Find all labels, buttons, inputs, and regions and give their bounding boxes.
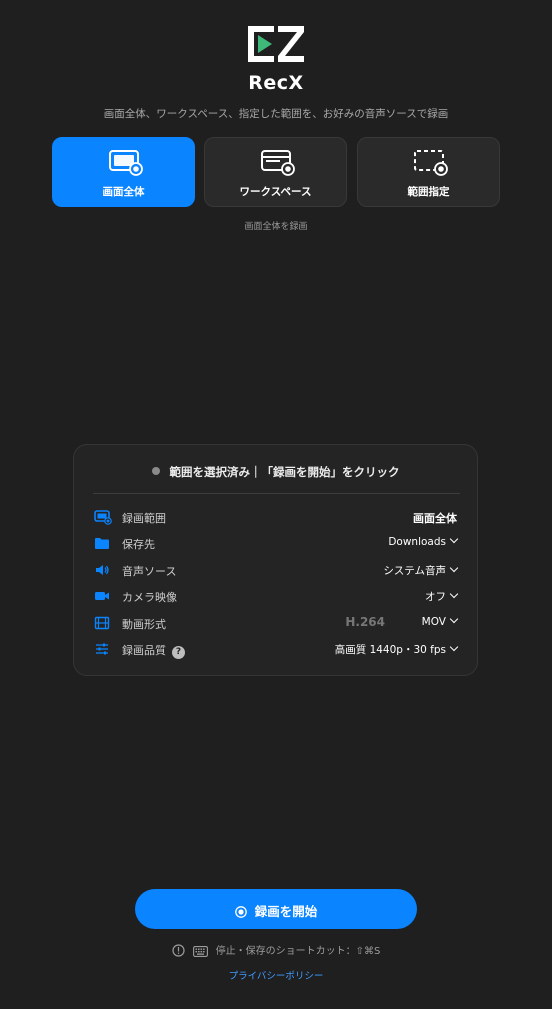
mode-region-button[interactable]: 範囲指定: [357, 137, 500, 207]
row-label: 保存先: [122, 538, 155, 551]
start-recording-button[interactable]: 録画を開始: [135, 889, 417, 929]
row-label: 動画形式: [122, 618, 166, 631]
sliders-icon: [94, 641, 110, 657]
row-camera: カメラ映像 オフ: [94, 586, 459, 606]
chevron-down-icon: [449, 642, 459, 652]
mode-workspace-button[interactable]: ワークスペース: [204, 137, 347, 207]
chevron-down-icon: [449, 614, 459, 624]
mode-label: 範囲指定: [407, 186, 450, 198]
mode-caption: 画面全体を録画: [244, 222, 308, 232]
mode-label: 画面全体: [102, 186, 145, 198]
quality-dropdown[interactable]: 高画質 1440p・30 fps: [334, 642, 459, 657]
keyboard-icon: [192, 946, 208, 960]
camera-dropdown[interactable]: オフ: [425, 589, 459, 604]
workspace-icon: [260, 149, 296, 177]
row-label: 録画範囲: [122, 512, 166, 525]
region-select-icon: [413, 149, 449, 177]
row-label: 音声ソース: [122, 565, 177, 578]
video-format-dropdown[interactable]: MOV: [421, 614, 459, 628]
camera-value: オフ: [425, 591, 446, 603]
help-icon[interactable]: ?: [172, 646, 185, 659]
folder-icon: [94, 535, 110, 551]
row-record-range: 録画範囲 画面全体: [94, 507, 457, 527]
chevron-down-icon: [449, 589, 459, 599]
start-button-label: 録画を開始: [254, 904, 318, 919]
record-range-value: 画面全体: [413, 512, 457, 525]
record-icon: [234, 906, 247, 918]
settings-panel: 範囲を選択済み｜「録画を開始」をクリック 録画範囲 画面全体 保存先 Downl…: [73, 444, 478, 676]
start-button-content: 録画を開始: [135, 901, 417, 920]
chevron-down-icon: [449, 534, 459, 544]
chevron-down-icon: [449, 563, 459, 573]
save-location-dropdown[interactable]: Downloads: [388, 534, 459, 548]
row-save-location: 保存先 Downloads: [94, 533, 459, 553]
alert-circle-icon: [172, 944, 185, 960]
mode-label: ワークスペース: [239, 186, 312, 198]
row-video-format: 動画形式 H.264 MOV: [94, 613, 459, 633]
video-format-value: MOV: [421, 616, 446, 628]
quality-value: 高画質 1440p・30 fps: [334, 644, 446, 656]
audio-source-value: システム音声: [383, 565, 446, 577]
quality-label: 録画品質: [122, 644, 166, 657]
status-dot-icon: [151, 467, 160, 475]
video-camera-icon: [94, 588, 110, 604]
speaker-icon: [94, 562, 110, 578]
app-subtitle: 画面全体、ワークスペース、指定した範囲を、お好みの音声ソースで録画: [103, 108, 449, 120]
shortcut-hint: 停止・保存のショートカット：⇧⌘S: [0, 942, 552, 960]
screen-icon: [94, 509, 112, 525]
privacy-policy-link[interactable]: プライバシーポリシー: [0, 968, 552, 982]
row-quality: 録画品質? 高画質 1440p・30 fps: [94, 639, 459, 659]
audio-source-dropdown[interactable]: システム音声: [383, 563, 459, 578]
row-label: カメラ映像: [122, 591, 177, 604]
status-line: 範囲を選択済み｜「録画を開始」をクリック: [74, 464, 477, 480]
mode-full-screen-button[interactable]: 画面全体: [52, 137, 195, 207]
ez-logo: [248, 26, 304, 62]
row-label: 録画品質?: [122, 642, 185, 659]
full-screen-icon: [108, 149, 144, 177]
status-text: 範囲を選択済み｜「録画を開始」をクリック: [169, 465, 400, 479]
row-audio-source: 音声ソース システム音声: [94, 560, 459, 580]
shortcut-text: 停止・保存のショートカット：⇧⌘S: [215, 946, 381, 957]
codec-label: H.264: [345, 615, 385, 629]
divider: [93, 493, 460, 494]
film-icon: [94, 615, 110, 631]
app-title: RecX: [248, 72, 304, 94]
save-location-value: Downloads: [388, 536, 446, 548]
